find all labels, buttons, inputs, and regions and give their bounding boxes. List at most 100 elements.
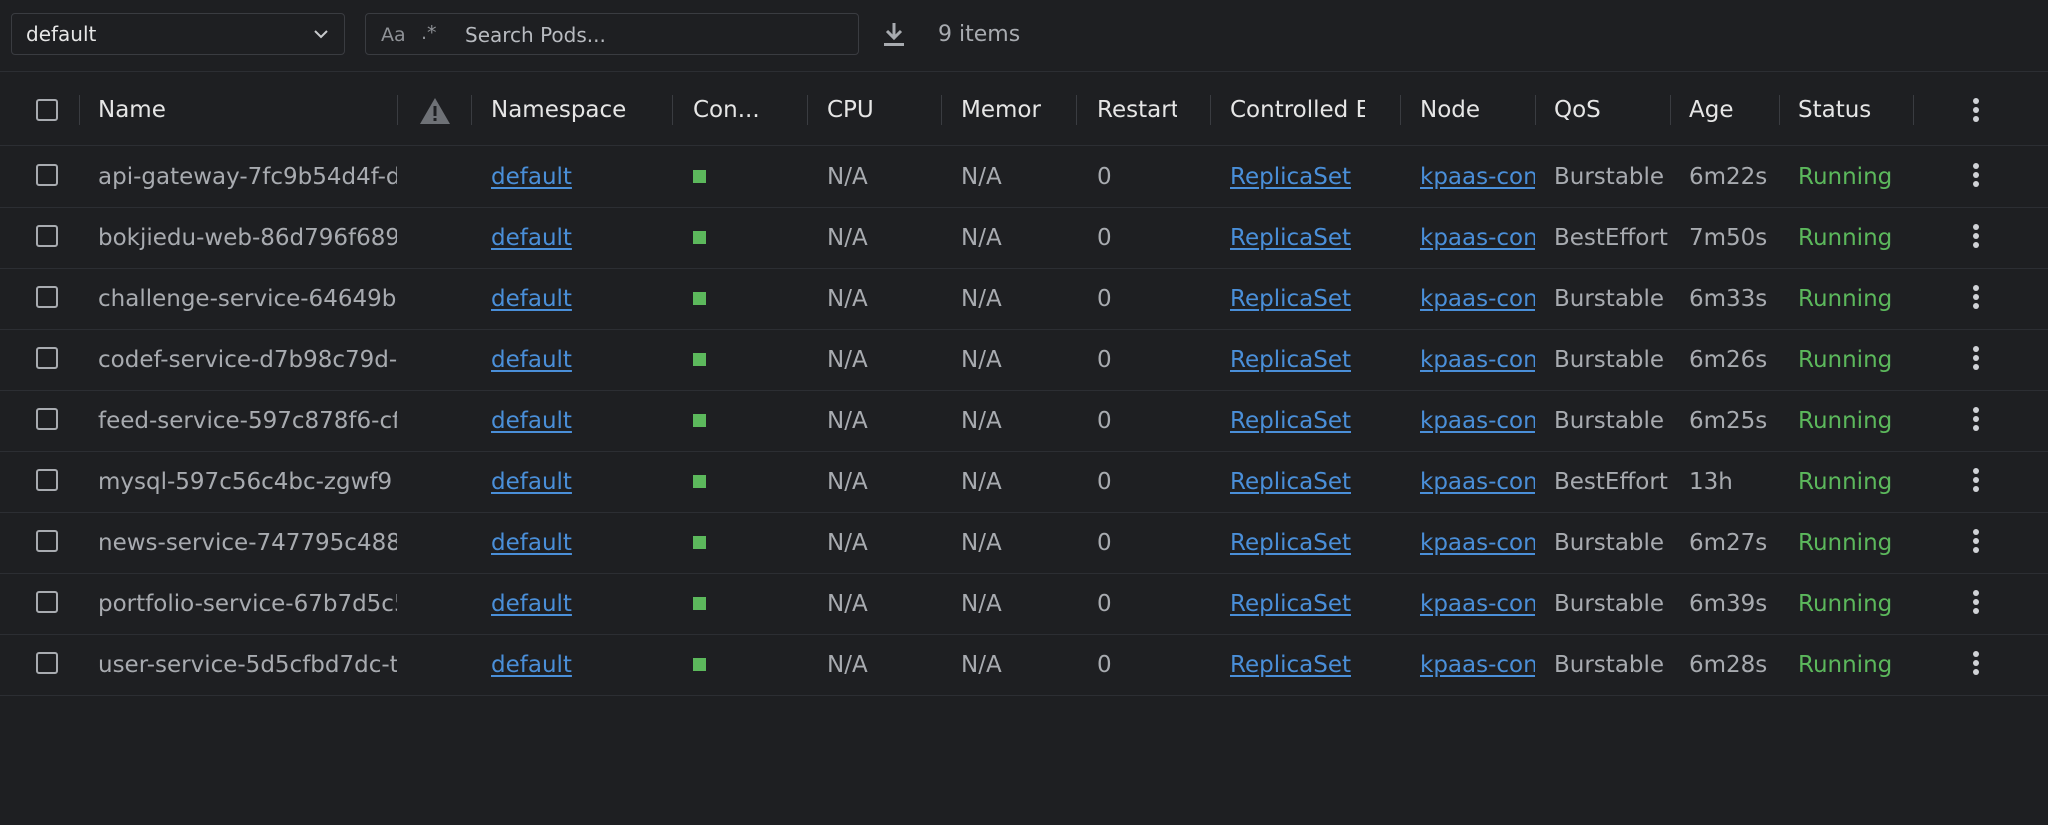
row-menu-kebab-icon[interactable] bbox=[1972, 346, 1980, 373]
controlled-by-link[interactable]: ReplicaSet bbox=[1230, 347, 1351, 373]
column-header-status[interactable]: Status bbox=[1798, 97, 1898, 123]
column-header-qos[interactable]: QoS bbox=[1554, 97, 1664, 123]
qos-value: BestEffort bbox=[1554, 225, 1668, 251]
search-input[interactable] bbox=[463, 20, 847, 50]
namespace-link[interactable]: default bbox=[491, 591, 572, 617]
container-status-indicator bbox=[693, 475, 706, 488]
row-menu-kebab-icon[interactable] bbox=[1972, 224, 1980, 251]
regex-toggle[interactable]: .* bbox=[421, 22, 437, 44]
controlled-by-link[interactable]: ReplicaSet bbox=[1230, 408, 1351, 434]
column-header-memory[interactable]: Memor bbox=[961, 97, 1041, 123]
row-menu-kebab-icon[interactable] bbox=[1972, 407, 1980, 434]
column-header-containers[interactable]: Con... bbox=[693, 97, 803, 123]
node-link[interactable]: kpaas-con bbox=[1420, 164, 1535, 190]
table-row[interactable]: challenge-service-64649b49 default N/A N… bbox=[0, 269, 2048, 330]
column-header-restarts[interactable]: Restart bbox=[1097, 97, 1177, 123]
container-status-indicator bbox=[693, 536, 706, 549]
column-divider bbox=[672, 95, 673, 125]
namespace-link[interactable]: default bbox=[491, 164, 572, 190]
cpu-value: N/A bbox=[827, 225, 868, 251]
controlled-by-link[interactable]: ReplicaSet bbox=[1230, 591, 1351, 617]
node-link[interactable]: kpaas-con bbox=[1420, 347, 1535, 373]
cpu-value: N/A bbox=[827, 469, 868, 495]
namespace-link[interactable]: default bbox=[491, 408, 572, 434]
download-icon[interactable] bbox=[880, 20, 908, 50]
status-value: Running bbox=[1798, 225, 1893, 251]
qos-value: BestEffort bbox=[1554, 469, 1668, 495]
column-header-age[interactable]: Age bbox=[1689, 97, 1779, 123]
column-header-controlled-by[interactable]: Controlled E bbox=[1230, 97, 1365, 123]
qos-value: Burstable bbox=[1554, 591, 1665, 617]
memory-value: N/A bbox=[961, 530, 1002, 556]
controlled-by-link[interactable]: ReplicaSet bbox=[1230, 225, 1351, 251]
column-header-node[interactable]: Node bbox=[1420, 97, 1530, 123]
column-divider bbox=[1076, 95, 1077, 125]
namespace-link[interactable]: default bbox=[491, 286, 572, 312]
namespace-select[interactable]: default bbox=[11, 13, 345, 55]
restarts-value: 0 bbox=[1097, 286, 1112, 312]
node-link[interactable]: kpaas-con bbox=[1420, 408, 1535, 434]
qos-value: Burstable bbox=[1554, 408, 1665, 434]
row-checkbox[interactable] bbox=[36, 591, 58, 613]
column-header-name[interactable]: Name bbox=[98, 97, 388, 123]
qos-value: Burstable bbox=[1554, 286, 1665, 312]
age-value: 13h bbox=[1689, 469, 1733, 495]
controlled-by-link[interactable]: ReplicaSet bbox=[1230, 164, 1351, 190]
namespace-link[interactable]: default bbox=[491, 347, 572, 373]
node-link[interactable]: kpaas-con bbox=[1420, 591, 1535, 617]
controlled-by-link[interactable]: ReplicaSet bbox=[1230, 652, 1351, 678]
row-menu-kebab-icon[interactable] bbox=[1972, 468, 1980, 495]
controlled-by-link[interactable]: ReplicaSet bbox=[1230, 469, 1351, 495]
column-divider bbox=[1779, 95, 1780, 125]
namespace-link[interactable]: default bbox=[491, 225, 572, 251]
cpu-value: N/A bbox=[827, 652, 868, 678]
cpu-value: N/A bbox=[827, 347, 868, 373]
column-header-namespace[interactable]: Namespace bbox=[491, 97, 671, 123]
node-link[interactable]: kpaas-con bbox=[1420, 286, 1535, 312]
memory-value: N/A bbox=[961, 286, 1002, 312]
container-status-indicator bbox=[693, 597, 706, 610]
table-row[interactable]: portfolio-service-67b7d5c5 default N/A N… bbox=[0, 574, 2048, 635]
row-checkbox[interactable] bbox=[36, 469, 58, 491]
column-menu-kebab-icon[interactable] bbox=[1972, 98, 1980, 125]
namespace-link[interactable]: default bbox=[491, 652, 572, 678]
table-row[interactable]: user-service-5d5cfbd7dc-tx default N/A N… bbox=[0, 635, 2048, 696]
restarts-value: 0 bbox=[1097, 225, 1112, 251]
row-menu-kebab-icon[interactable] bbox=[1972, 163, 1980, 190]
row-menu-kebab-icon[interactable] bbox=[1972, 590, 1980, 617]
row-checkbox[interactable] bbox=[36, 286, 58, 308]
table-row[interactable]: bokjiedu-web-86d796f689- default N/A N/A… bbox=[0, 208, 2048, 269]
row-menu-kebab-icon[interactable] bbox=[1972, 529, 1980, 556]
node-link[interactable]: kpaas-con bbox=[1420, 469, 1535, 495]
cpu-value: N/A bbox=[827, 591, 868, 617]
column-header-cpu[interactable]: CPU bbox=[827, 97, 937, 123]
node-link[interactable]: kpaas-con bbox=[1420, 530, 1535, 556]
row-checkbox[interactable] bbox=[36, 408, 58, 430]
row-menu-kebab-icon[interactable] bbox=[1972, 285, 1980, 312]
table-row[interactable]: feed-service-597c878f6-cfs8 default N/A … bbox=[0, 391, 2048, 452]
row-menu-kebab-icon[interactable] bbox=[1972, 651, 1980, 678]
namespace-link[interactable]: default bbox=[491, 469, 572, 495]
match-case-toggle[interactable]: Aa bbox=[381, 24, 406, 46]
row-checkbox[interactable] bbox=[36, 225, 58, 247]
select-all-checkbox[interactable] bbox=[36, 99, 58, 121]
row-checkbox[interactable] bbox=[36, 530, 58, 552]
restarts-value: 0 bbox=[1097, 591, 1112, 617]
table-row[interactable]: codef-service-d7b98c79d-k default N/A N/… bbox=[0, 330, 2048, 391]
table-row[interactable]: news-service-747795c488-r default N/A N/… bbox=[0, 513, 2048, 574]
status-value: Running bbox=[1798, 591, 1893, 617]
row-checkbox[interactable] bbox=[36, 164, 58, 186]
qos-value: Burstable bbox=[1554, 347, 1665, 373]
chevron-down-icon bbox=[314, 30, 328, 39]
node-link[interactable]: kpaas-con bbox=[1420, 225, 1535, 251]
controlled-by-link[interactable]: ReplicaSet bbox=[1230, 530, 1351, 556]
node-link[interactable]: kpaas-con bbox=[1420, 652, 1535, 678]
table-row[interactable]: mysql-597c56c4bc-zgwf9 default N/A N/A 0… bbox=[0, 452, 2048, 513]
table-row[interactable]: api-gateway-7fc9b54d4f-dv default N/A N/… bbox=[0, 147, 2048, 208]
row-checkbox[interactable] bbox=[36, 347, 58, 369]
column-divider bbox=[941, 95, 942, 125]
row-checkbox[interactable] bbox=[36, 652, 58, 674]
controlled-by-link[interactable]: ReplicaSet bbox=[1230, 286, 1351, 312]
namespace-link[interactable]: default bbox=[491, 530, 572, 556]
warning-icon[interactable] bbox=[418, 96, 452, 126]
